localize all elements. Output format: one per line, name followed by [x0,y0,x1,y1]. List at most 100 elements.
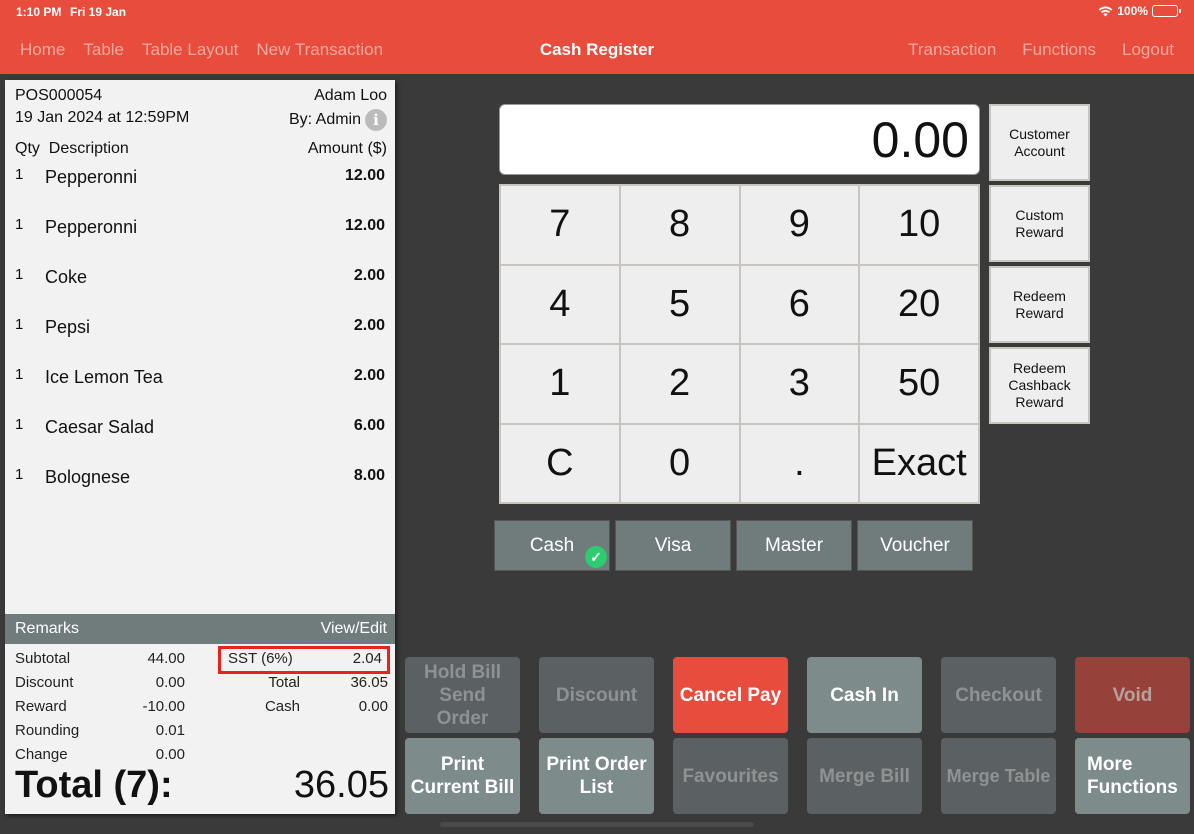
list-item[interactable]: 1 Coke 2.00 [15,264,385,314]
payment-cash-button[interactable]: Cash ✓ [494,520,610,571]
payment-voucher-button[interactable]: Voucher [857,520,973,571]
item-description: Pepsi [45,317,91,337]
item-qty: 1 [15,316,24,333]
summary-value: 2.04 [352,650,382,667]
side-buttons: Customer Account Custom Reward Redeem Re… [989,104,1090,428]
remarks-bar: Remarks View/Edit [5,614,395,644]
key-8[interactable]: 8 [620,186,739,264]
info-icon[interactable]: i [365,109,387,131]
nav-table[interactable]: Table [83,40,124,60]
status-indicators: 100% [1098,4,1181,18]
nav-home[interactable]: Home [20,40,65,60]
order-datetime: 19 Jan 2024 at 12:59PM [15,109,190,126]
item-amount: 12.00 [344,167,385,184]
receipt-header-row: POS000054 Adam Loo [15,87,387,105]
nav-functions[interactable]: Functions [1022,40,1096,60]
nav-table-layout[interactable]: Table Layout [142,40,238,60]
grand-total: Total (7): 36.05 [15,764,389,807]
void-button[interactable]: Void [1075,657,1190,733]
qty-description-header: Qty Description [15,140,129,157]
remarks-label: Remarks [15,620,80,637]
key-3[interactable]: 3 [740,345,859,423]
cancel-pay-button[interactable]: Cancel Pay [673,657,788,733]
item-description: Coke [45,267,88,287]
key-0[interactable]: 0 [620,424,739,502]
summary-value: 0.01 [155,722,185,739]
list-item[interactable]: 1 Pepsi 2.00 [15,314,385,364]
keypad: 7 8 9 10 4 5 6 20 1 2 3 50 C 0 . Exact [499,184,980,504]
item-amount: 2.00 [353,267,385,284]
list-item[interactable]: 1 Bolognese 8.00 [15,464,385,514]
hold-bill-send-order-button[interactable]: Hold Bill Send Order [405,657,520,733]
nav-logout[interactable]: Logout [1122,40,1174,60]
checkmark-icon: ✓ [585,546,607,568]
key-20[interactable]: 20 [860,265,978,343]
home-indicator[interactable] [440,822,754,827]
more-functions-button[interactable]: More Functions [1075,738,1190,814]
summary-label: Total [268,674,300,691]
summary-value: -10.00 [142,698,185,715]
amount-display: 0.00 [499,104,980,175]
item-amount: 2.00 [353,317,385,334]
print-order-list-button[interactable]: Print Order List [539,738,654,814]
summary-total: Total 36.05 [220,672,388,696]
list-item[interactable]: 1 Pepperonni 12.00 [15,164,385,214]
list-item[interactable]: 1 Caesar Salad 6.00 [15,414,385,464]
key-50[interactable]: 50 [860,345,978,423]
remarks-view-edit-link[interactable]: View/Edit [321,620,387,638]
grand-total-label: Total (7): [15,764,173,806]
custom-reward-button[interactable]: Custom Reward [989,185,1090,262]
list-item[interactable]: 1 Pepperonni 12.00 [15,214,385,264]
key-6[interactable]: 6 [740,265,859,343]
item-description: Pepperonni [45,167,138,187]
customer-account-button[interactable]: Customer Account [989,104,1090,181]
payment-label: Voucher [880,534,950,556]
list-item[interactable]: 1 Ice Lemon Tea 2.00 [15,364,385,414]
redeem-reward-button[interactable]: Redeem Reward [989,266,1090,343]
key-10[interactable]: 10 [860,186,978,264]
summary-sst-highlighted: SST (6%) 2.04 [218,646,390,674]
discount-button[interactable]: Discount [539,657,654,733]
receipt-meta-row: 19 Jan 2024 at 12:59PM By: Admin i [15,109,387,131]
key-5[interactable]: 5 [620,265,739,343]
item-description: Ice Lemon Tea [45,367,163,387]
summary-value: 44.00 [147,650,185,667]
merge-table-button[interactable]: Merge Table [941,738,1056,814]
item-qty: 1 [15,416,24,433]
item-description: Pepperonni [45,217,138,237]
nav-left: Home Table Table Layout New Transaction [20,40,383,60]
key-7[interactable]: 7 [501,186,619,264]
receipt-panel: POS000054 Adam Loo 19 Jan 2024 at 12:59P… [5,80,395,814]
cash-in-button[interactable]: Cash In [807,657,922,733]
key-clear[interactable]: C [501,424,619,502]
key-decimal[interactable]: . [740,424,859,502]
summary-label: Discount [15,674,74,691]
key-2[interactable]: 2 [620,345,739,423]
summary-value: 0.00 [155,674,185,691]
nav-new-transaction[interactable]: New Transaction [256,40,383,60]
summary-rounding: Rounding 0.01 [15,720,185,744]
page-title: Cash Register [539,40,655,59]
item-qty: 1 [15,366,24,383]
key-1[interactable]: 1 [501,345,619,423]
redeem-cashback-reward-button[interactable]: Redeem Cashback Reward [989,347,1090,424]
key-4[interactable]: 4 [501,265,619,343]
nav-transaction[interactable]: Transaction [908,40,996,60]
favourites-button[interactable]: Favourites [673,738,788,814]
payment-methods: Cash ✓ Visa Master Voucher [494,520,973,571]
print-current-bill-button[interactable]: Print Current Bill [405,738,520,814]
summary-left: Subtotal 44.00 Discount 0.00 Reward -10.00 … [15,648,185,768]
key-9[interactable]: 9 [740,186,859,264]
payment-master-button[interactable]: Master [736,520,852,571]
payment-visa-button[interactable]: Visa [615,520,731,571]
merge-bill-button[interactable]: Merge Bill [807,738,922,814]
summary-cash: Cash 0.00 [220,696,388,720]
order-by: By: Admin [288,111,361,129]
checkout-button[interactable]: Checkout [941,657,1056,733]
item-qty: 1 [15,216,24,233]
key-exact[interactable]: Exact [860,424,978,502]
item-amount: 8.00 [353,467,385,484]
top-bar: 1:10 PM Fri 19 Jan 100% Home Table Table… [0,0,1194,74]
battery-percent: 100% [1117,4,1148,18]
status-time: 1:10 PM [16,5,62,19]
